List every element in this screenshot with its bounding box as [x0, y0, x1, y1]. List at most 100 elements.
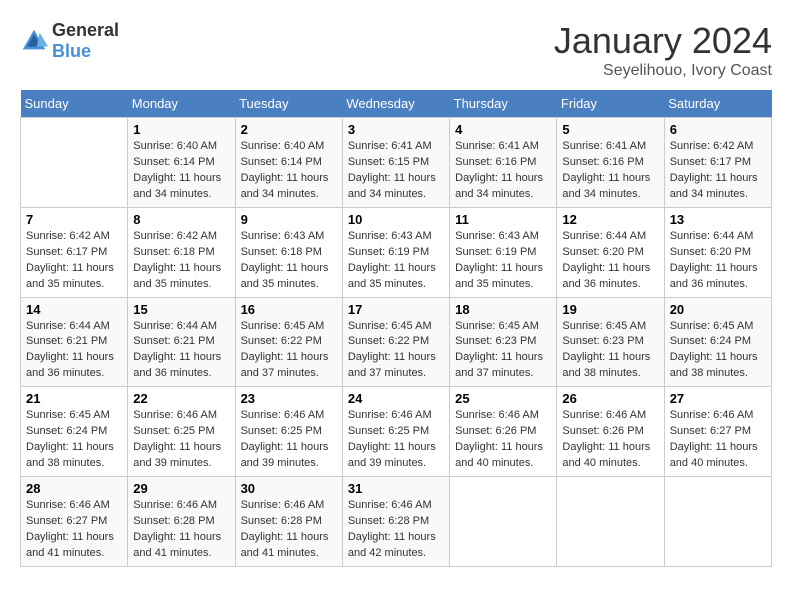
- day-number: 23: [241, 391, 337, 406]
- cell-content: Sunrise: 6:46 AMSunset: 6:25 PMDaylight:…: [241, 408, 337, 472]
- calendar-cell: 29 Sunrise: 6:46 AMSunset: 6:28 PMDayligh…: [128, 477, 235, 567]
- cell-content: Sunrise: 6:41 AMSunset: 6:16 PMDaylight:…: [562, 139, 658, 203]
- day-number: 20: [670, 302, 766, 317]
- calendar-cell: 14 Sunrise: 6:44 AMSunset: 6:21 PMDayligh…: [21, 297, 128, 387]
- cell-content: Sunrise: 6:46 AMSunset: 6:25 PMDaylight:…: [348, 408, 444, 472]
- calendar-cell: 8 Sunrise: 6:42 AMSunset: 6:18 PMDaylight…: [128, 207, 235, 297]
- location-title: Seyelihouo, Ivory Coast: [554, 62, 772, 80]
- calendar-cell: 18Sunrise: 6:45 AMSunset: 6:23 PMDayligh…: [450, 297, 557, 387]
- header-thursday: Thursday: [450, 90, 557, 118]
- calendar-cell: 20 Sunrise: 6:45 AMSunset: 6:24 PMDayligh…: [664, 297, 771, 387]
- calendar-cell: 7 Sunrise: 6:42 AMSunset: 6:17 PMDaylight…: [21, 207, 128, 297]
- cell-content: Sunrise: 6:46 AMSunset: 6:28 PMDaylight:…: [241, 498, 337, 562]
- week-row-2: 14 Sunrise: 6:44 AMSunset: 6:21 PMDayligh…: [21, 297, 772, 387]
- day-number: 6: [670, 122, 766, 137]
- calendar-cell: 30 Sunrise: 6:46 AMSunset: 6:28 PMDayligh…: [235, 477, 342, 567]
- cell-content: Sunrise: 6:40 AMSunset: 6:14 PMDaylight:…: [241, 139, 337, 203]
- calendar-cell: [450, 477, 557, 567]
- day-number: 22: [133, 391, 229, 406]
- calendar-cell: 9Sunrise: 6:43 AMSunset: 6:18 PMDaylight…: [235, 207, 342, 297]
- day-number: 21: [26, 391, 122, 406]
- header-wednesday: Wednesday: [342, 90, 449, 118]
- cell-content: Sunrise: 6:45 AMSunset: 6:24 PMDaylight:…: [670, 319, 766, 383]
- calendar-cell: 21 Sunrise: 6:45 AMSunset: 6:24 PMDayligh…: [21, 387, 128, 477]
- calendar-cell: 12 Sunrise: 6:44 AMSunset: 6:20 PMDayligh…: [557, 207, 664, 297]
- cell-content: Sunrise: 6:45 AMSunset: 6:23 PMDaylight:…: [455, 319, 551, 383]
- calendar-cell: 28Sunrise: 6:46 AMSunset: 6:27 PMDayligh…: [21, 477, 128, 567]
- title-block: January 2024 Seyelihouo, Ivory Coast: [554, 20, 772, 80]
- header-friday: Friday: [557, 90, 664, 118]
- header-tuesday: Tuesday: [235, 90, 342, 118]
- logo: General Blue: [20, 20, 119, 62]
- calendar-cell: 3 Sunrise: 6:41 AMSunset: 6:15 PMDaylight…: [342, 118, 449, 208]
- calendar-cell: [557, 477, 664, 567]
- day-number: 8: [133, 212, 229, 227]
- week-row-3: 21 Sunrise: 6:45 AMSunset: 6:24 PMDayligh…: [21, 387, 772, 477]
- cell-content: Sunrise: 6:46 AMSunset: 6:27 PMDaylight:…: [670, 408, 766, 472]
- cell-content: Sunrise: 6:43 AMSunset: 6:19 PMDaylight:…: [348, 229, 444, 293]
- day-number: 14: [26, 302, 122, 317]
- week-row-4: 28Sunrise: 6:46 AMSunset: 6:27 PMDayligh…: [21, 477, 772, 567]
- day-number: 2: [241, 122, 337, 137]
- cell-content: Sunrise: 6:44 AMSunset: 6:21 PMDaylight:…: [26, 319, 122, 383]
- cell-content: Sunrise: 6:46 AMSunset: 6:28 PMDaylight:…: [133, 498, 229, 562]
- cell-content: Sunrise: 6:44 AMSunset: 6:20 PMDaylight:…: [562, 229, 658, 293]
- calendar-cell: 19Sunrise: 6:45 AMSunset: 6:23 PMDayligh…: [557, 297, 664, 387]
- calendar-cell: 31Sunrise: 6:46 AMSunset: 6:28 PMDayligh…: [342, 477, 449, 567]
- calendar-cell: 4 Sunrise: 6:41 AMSunset: 6:16 PMDaylight…: [450, 118, 557, 208]
- calendar-cell: 26 Sunrise: 6:46 AMSunset: 6:26 PMDayligh…: [557, 387, 664, 477]
- calendar-cell: 1Sunrise: 6:40 AMSunset: 6:14 PMDaylight…: [128, 118, 235, 208]
- day-number: 30: [241, 481, 337, 496]
- cell-content: Sunrise: 6:45 AMSunset: 6:24 PMDaylight:…: [26, 408, 122, 472]
- cell-content: Sunrise: 6:46 AMSunset: 6:26 PMDaylight:…: [455, 408, 551, 472]
- header-saturday: Saturday: [664, 90, 771, 118]
- week-row-1: 7 Sunrise: 6:42 AMSunset: 6:17 PMDaylight…: [21, 207, 772, 297]
- calendar-cell: [21, 118, 128, 208]
- day-number: 27: [670, 391, 766, 406]
- day-number: 28: [26, 481, 122, 496]
- day-number: 12: [562, 212, 658, 227]
- cell-content: Sunrise: 6:41 AMSunset: 6:16 PMDaylight:…: [455, 139, 551, 203]
- day-number: 7: [26, 212, 122, 227]
- cell-content: Sunrise: 6:44 AMSunset: 6:20 PMDaylight:…: [670, 229, 766, 293]
- header-sunday: Sunday: [21, 90, 128, 118]
- day-number: 13: [670, 212, 766, 227]
- calendar-cell: 13 Sunrise: 6:44 AMSunset: 6:20 PMDayligh…: [664, 207, 771, 297]
- cell-content: Sunrise: 6:46 AMSunset: 6:26 PMDaylight:…: [562, 408, 658, 472]
- cell-content: Sunrise: 6:42 AMSunset: 6:17 PMDaylight:…: [26, 229, 122, 293]
- day-number: 29: [133, 481, 229, 496]
- day-number: 26: [562, 391, 658, 406]
- day-number: 15: [133, 302, 229, 317]
- cell-content: Sunrise: 6:45 AMSunset: 6:22 PMDaylight:…: [241, 319, 337, 383]
- day-number: 5: [562, 122, 658, 137]
- cell-content: Sunrise: 6:41 AMSunset: 6:15 PMDaylight:…: [348, 139, 444, 203]
- page-header: General Blue January 2024 Seyelihouo, Iv…: [20, 20, 772, 80]
- cell-content: Sunrise: 6:46 AMSunset: 6:25 PMDaylight:…: [133, 408, 229, 472]
- calendar-table: Sunday Monday Tuesday Wednesday Thursday…: [20, 90, 772, 567]
- day-number: 3: [348, 122, 444, 137]
- cell-content: Sunrise: 6:44 AMSunset: 6:21 PMDaylight:…: [133, 319, 229, 383]
- cell-content: Sunrise: 6:42 AMSunset: 6:17 PMDaylight:…: [670, 139, 766, 203]
- calendar-cell: 2 Sunrise: 6:40 AMSunset: 6:14 PMDaylight…: [235, 118, 342, 208]
- calendar-cell: 22 Sunrise: 6:46 AMSunset: 6:25 PMDayligh…: [128, 387, 235, 477]
- day-number: 16: [241, 302, 337, 317]
- week-row-0: 1 Sunrise: 6:40 AMSunset: 6:14 PMDaylight…: [21, 118, 772, 208]
- day-number: 11: [455, 212, 551, 227]
- day-number: 24: [348, 391, 444, 406]
- calendar-cell: 10Sunrise: 6:43 AMSunset: 6:19 PMDayligh…: [342, 207, 449, 297]
- cell-content: Sunrise: 6:45 AMSunset: 6:23 PMDaylight:…: [562, 319, 658, 383]
- cell-content: Sunrise: 6:46 AMSunset: 6:28 PMDaylight:…: [348, 498, 444, 562]
- calendar-cell: 23 Sunrise: 6:46 AMSunset: 6:25 PMDayligh…: [235, 387, 342, 477]
- day-number: 9: [241, 212, 337, 227]
- logo-text: General Blue: [52, 20, 119, 62]
- logo-icon: [20, 27, 48, 55]
- calendar-cell: 5 Sunrise: 6:41 AMSunset: 6:16 PMDaylight…: [557, 118, 664, 208]
- header-row: Sunday Monday Tuesday Wednesday Thursday…: [21, 90, 772, 118]
- day-number: 17: [348, 302, 444, 317]
- day-number: 1: [133, 122, 229, 137]
- cell-content: Sunrise: 6:45 AMSunset: 6:22 PMDaylight:…: [348, 319, 444, 383]
- day-number: 4: [455, 122, 551, 137]
- calendar-cell: [664, 477, 771, 567]
- cell-content: Sunrise: 6:42 AMSunset: 6:18 PMDaylight:…: [133, 229, 229, 293]
- calendar-cell: 17 Sunrise: 6:45 AMSunset: 6:22 PMDayligh…: [342, 297, 449, 387]
